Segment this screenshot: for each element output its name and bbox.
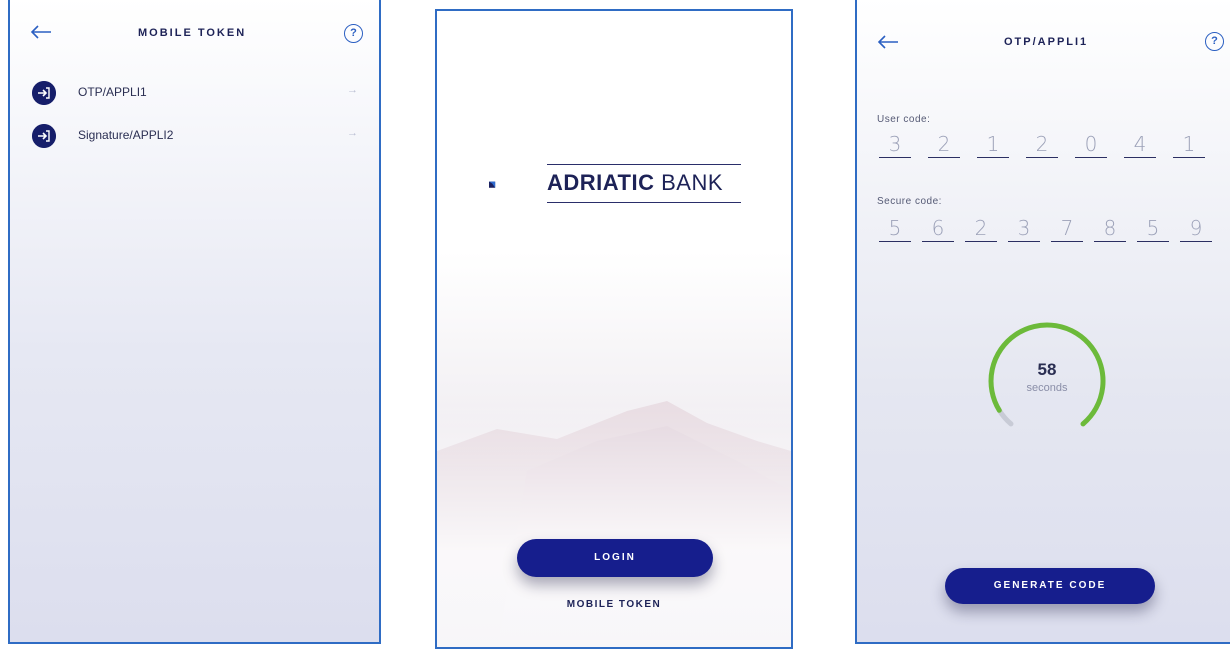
code-digit: 2 <box>928 132 960 158</box>
code-digit: 4 <box>1124 132 1156 158</box>
code-digit: 5 <box>879 216 911 242</box>
generate-code-button[interactable]: GENERATE CODE <box>945 568 1155 604</box>
arrow-left-icon[interactable] <box>877 35 899 49</box>
logo-divider-bottom <box>547 202 741 203</box>
help-icon[interactable]: ? <box>344 24 363 43</box>
login-screen: ADRIATIC BANK LOGIN MOBILE TOKEN <box>435 9 793 649</box>
code-digit: 9 <box>1180 216 1212 242</box>
mountain-background-image <box>437 251 791 647</box>
login-arrow-icon <box>32 81 56 105</box>
mobile-token-screen: MOBILE TOKEN ? OTP/APPLI1 → Signature/AP… <box>8 0 381 644</box>
code-digit: 7 <box>1051 216 1083 242</box>
mobile-token-link[interactable]: MOBILE TOKEN <box>437 599 791 610</box>
secure-code-label: Secure code: <box>877 196 942 207</box>
login-arrow-icon <box>32 124 56 148</box>
brand-name: ADRIATIC BANK <box>547 170 723 196</box>
brand-name-bold: ADRIATIC <box>547 170 655 195</box>
countdown-track <box>996 407 1014 427</box>
code-digit: 0 <box>1075 132 1107 158</box>
code-digit: 6 <box>922 216 954 242</box>
secure-code-digits: 56237859 <box>879 216 1219 252</box>
login-button[interactable]: LOGIN <box>517 539 713 577</box>
logo-divider-top <box>547 164 741 165</box>
countdown-value: 58 <box>1037 360 1057 379</box>
menu-item-label: Signature/APPLI2 <box>78 128 174 142</box>
menu-item-otp[interactable]: OTP/APPLI1 → <box>32 81 372 107</box>
menu-item-label: OTP/APPLI1 <box>78 85 147 99</box>
chevron-right-icon: → <box>347 127 358 139</box>
code-digit: 3 <box>1008 216 1040 242</box>
menu-item-signature[interactable]: Signature/APPLI2 → <box>32 124 372 150</box>
code-digit: 8 <box>1094 216 1126 242</box>
countdown-ring <box>988 322 1106 427</box>
help-icon[interactable]: ? <box>1205 32 1224 51</box>
page-title: OTP/APPLI1 <box>1004 36 1089 48</box>
user-code-digits: 3212041 <box>879 132 1219 168</box>
code-digit: 2 <box>1026 132 1058 158</box>
code-digit: 1 <box>977 132 1009 158</box>
chevron-right-icon: → <box>347 84 358 96</box>
page-title: MOBILE TOKEN <box>138 27 247 39</box>
brand-name-rest: BANK <box>661 170 724 195</box>
otp-screen: OTP/APPLI1 ? User code: 3212041 Secure c… <box>855 0 1230 644</box>
user-code-label: User code: <box>877 114 931 125</box>
code-digit: 2 <box>965 216 997 242</box>
arrow-left-icon[interactable] <box>30 25 52 39</box>
bank-logo-icon <box>489 181 496 188</box>
code-digit: 5 <box>1137 216 1169 242</box>
code-digit: 3 <box>879 132 911 158</box>
code-digit: 1 <box>1173 132 1205 158</box>
countdown-unit: seconds <box>1026 382 1068 394</box>
